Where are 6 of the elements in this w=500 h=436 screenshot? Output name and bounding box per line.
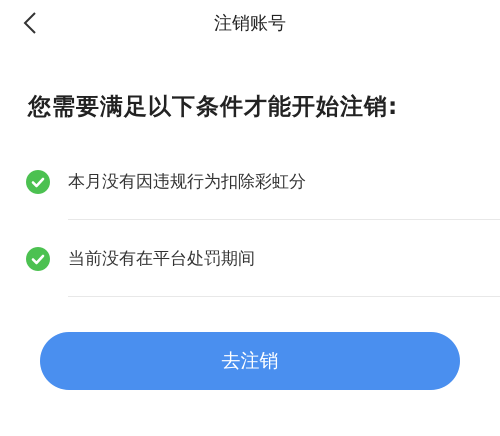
deregister-button[interactable]: 去注销	[40, 332, 460, 390]
back-icon[interactable]	[22, 11, 38, 35]
conditions-heading: 您需要满足以下条件才能开始注销:	[28, 93, 400, 122]
page-title: 注销账号	[214, 12, 286, 35]
condition-text: 本月没有因违规行为扣除彩虹分	[68, 170, 306, 192]
condition-text: 当前没有在平台处罚期间	[68, 248, 255, 270]
